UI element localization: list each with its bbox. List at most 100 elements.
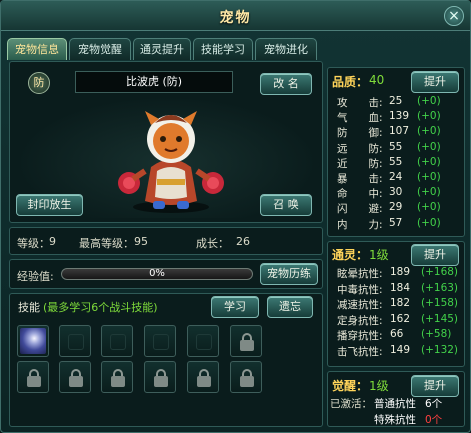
stat-label: 内 力: xyxy=(337,218,383,231)
stat-value: 107 xyxy=(389,125,410,138)
spirit-label: 通灵： xyxy=(332,248,369,262)
growth-value: 26 xyxy=(236,235,250,248)
skill-slot-locked[interactable] xyxy=(144,361,176,393)
pet-type-badge: 防 xyxy=(28,72,50,94)
awaken-normal-count: 6个 xyxy=(425,398,443,410)
skills-label: 技能 xyxy=(18,301,40,314)
pet-history-button[interactable]: 宠物历练 xyxy=(260,263,318,285)
tab-skill-learning[interactable]: 技能学习 xyxy=(193,38,253,60)
window-title: 宠物 xyxy=(219,10,252,26)
stat-bonus: (+0) xyxy=(417,140,441,153)
stat-bonus: (+0) xyxy=(417,95,441,107)
title-bar[interactable]: 宠物 × xyxy=(1,1,470,31)
awaken-label: 觉醒： xyxy=(332,379,369,393)
tab-pet-evolution[interactable]: 宠物进化 xyxy=(255,38,317,60)
tab-spirit-upgrade[interactable]: 通灵提升 xyxy=(133,38,191,60)
quality-label: 品质： xyxy=(332,75,369,89)
stat-label: 防 御: xyxy=(337,127,383,140)
quality-upgrade-button[interactable]: 提升 xyxy=(411,71,459,93)
stat-value: 149 xyxy=(390,343,411,356)
spirit-value: 1级 xyxy=(369,248,389,262)
pet-window: 宠物 × 宠物信息 宠物觉醒 通灵提升 技能学习 宠物进化 防 比波虎 (防) … xyxy=(0,0,471,433)
stat-value: 29 xyxy=(389,201,403,214)
forget-skill-button[interactable]: 遗忘 xyxy=(267,296,313,318)
stat-value: 162 xyxy=(390,312,411,325)
stat-label: 远 防: xyxy=(337,142,383,155)
stat-bonus: (+132) xyxy=(421,343,459,356)
skill-slot-empty[interactable] xyxy=(144,325,176,357)
spirit-upgrade-button[interactable]: 提升 xyxy=(411,244,459,266)
stat-bonus: (+0) xyxy=(417,110,441,123)
skills-hint: (最多学习6个战斗技能) xyxy=(43,301,158,314)
max-level-value: 95 xyxy=(134,235,148,248)
pet-model xyxy=(118,111,224,213)
skill-slot-locked[interactable] xyxy=(101,361,133,393)
stat-row: 中毒抗性: 184 (+163) xyxy=(337,282,467,297)
learn-skill-button[interactable]: 学习 xyxy=(211,296,259,318)
stat-label: 命 中: xyxy=(337,188,383,201)
stat-value: 24 xyxy=(389,171,403,183)
stat-bonus: (+145) xyxy=(421,312,459,325)
growth-label: 成长： xyxy=(196,237,229,250)
skill-slot-locked[interactable] xyxy=(230,325,262,357)
stat-bonus: (+0) xyxy=(417,201,441,214)
awaken-value: 1级 xyxy=(369,379,389,393)
stat-label: 攻 击: xyxy=(337,97,383,109)
stat-row: 气 血: 139 (+0) xyxy=(337,110,467,125)
stat-value: 57 xyxy=(389,216,403,229)
stat-row: 击飞抗性: 149 (+132) xyxy=(337,344,467,359)
stat-label: 气 血: xyxy=(337,112,383,125)
stat-value: 30 xyxy=(389,186,403,199)
stat-label: 击飞抗性: xyxy=(337,345,383,358)
stat-bonus: (+0) xyxy=(417,171,441,183)
awaken-upgrade-button[interactable]: 提升 xyxy=(411,375,459,397)
skill-slot-locked[interactable] xyxy=(17,361,49,393)
stat-value: 139 xyxy=(389,110,410,123)
stat-row: 播穿抗性: 66 (+58) xyxy=(337,328,467,343)
skill-slot[interactable] xyxy=(17,325,49,357)
stat-row: 攻 击: 25 (+0) xyxy=(337,95,467,110)
skill-slot-locked[interactable] xyxy=(59,361,91,393)
close-icon: × xyxy=(448,8,460,24)
awaken-normal-label: 普通抗性 xyxy=(374,398,416,410)
stat-label: 定身抗性: xyxy=(337,314,383,327)
stat-bonus: (+0) xyxy=(417,155,441,168)
awaken-special-count: 0个 xyxy=(425,414,443,426)
stat-bonus: (+163) xyxy=(421,281,459,294)
skill-slot-locked[interactable] xyxy=(187,361,219,393)
stat-row: 暴 击: 24 (+0) xyxy=(337,171,467,186)
exp-bar: 0% xyxy=(61,268,253,280)
stat-label: 中毒抗性: xyxy=(337,283,383,296)
close-button[interactable]: × xyxy=(444,6,464,26)
skill-icon xyxy=(20,328,46,354)
max-level-label: 最高等级： xyxy=(79,237,134,250)
skill-slot-empty[interactable] xyxy=(187,325,219,357)
level-label: 等级： xyxy=(17,237,50,250)
stat-label: 眩晕抗性: xyxy=(337,268,383,280)
stat-row: 眩晕抗性: 189 (+168) xyxy=(337,266,467,281)
rename-button[interactable]: 改 名 xyxy=(260,73,312,95)
stat-value: 55 xyxy=(389,140,403,153)
stat-row: 减速抗性: 182 (+158) xyxy=(337,297,467,312)
quality-value: 40 xyxy=(369,73,385,87)
stat-row: 内 力: 57 (+0) xyxy=(337,217,467,232)
tab-pet-awaken[interactable]: 宠物觉醒 xyxy=(69,38,131,60)
stat-value: 189 xyxy=(390,266,411,278)
release-button[interactable]: 封印放生 xyxy=(16,194,83,216)
stat-row: 远 防: 55 (+0) xyxy=(337,141,467,156)
stat-label: 播穿抗性: xyxy=(337,330,383,342)
skill-slot-locked[interactable] xyxy=(230,361,262,393)
stat-bonus: (+0) xyxy=(417,125,441,138)
level-panel xyxy=(9,227,323,255)
pet-name: 比波虎 (防) xyxy=(75,71,233,93)
exp-percent: 0% xyxy=(149,268,165,279)
stat-value: 66 xyxy=(390,328,404,340)
skill-slot-empty[interactable] xyxy=(59,325,91,357)
summon-button[interactable]: 召 唤 xyxy=(260,194,312,216)
skill-slot-empty[interactable] xyxy=(101,325,133,357)
stat-row: 命 中: 30 (+0) xyxy=(337,186,467,201)
stat-value: 25 xyxy=(389,95,403,107)
tab-pet-info[interactable]: 宠物信息 xyxy=(7,38,67,60)
stat-label: 暴 击: xyxy=(337,173,383,185)
stat-bonus: (+168) xyxy=(421,266,459,278)
